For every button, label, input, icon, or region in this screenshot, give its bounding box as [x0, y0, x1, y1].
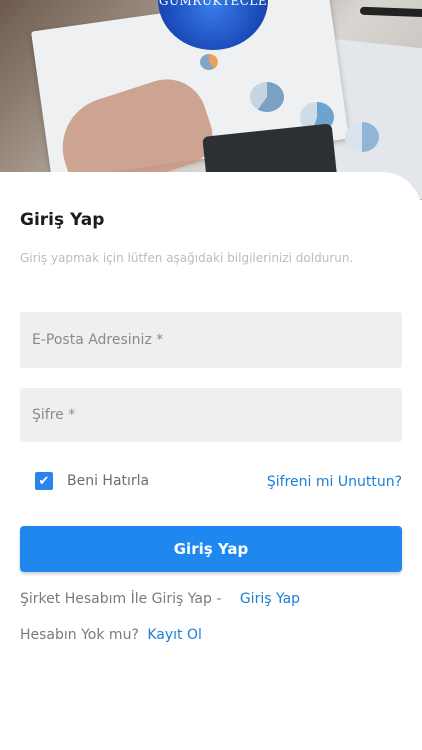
- check-icon: ✔: [38, 473, 50, 489]
- remember-checkbox[interactable]: ✔: [35, 472, 53, 490]
- register-link[interactable]: Kayıt Ol: [147, 627, 202, 643]
- forgot-password-link[interactable]: Şifreni mi Unuttun?: [267, 474, 402, 490]
- page-subtitle: Giriş yapmak için lütfen aşağıdaki bilgi…: [20, 251, 354, 265]
- remember-me[interactable]: ✔ Beni Hatırla: [35, 472, 149, 490]
- password-field[interactable]: [20, 388, 402, 442]
- email-field[interactable]: [20, 312, 402, 368]
- header-image: GUMRUKTECLE: [0, 0, 422, 200]
- pie-chart-graphic: [345, 122, 379, 152]
- logo-text: GUMRUKTECLE: [158, 0, 268, 8]
- register-text: Hesabın Yok mu?: [20, 627, 139, 643]
- login-button[interactable]: Giriş Yap: [20, 526, 402, 572]
- pie-chart-graphic: [200, 54, 218, 70]
- email-input[interactable]: [32, 332, 402, 348]
- corporate-login-text: Şirket Hesabım İle Giriş Yap -: [20, 591, 222, 607]
- pie-chart-graphic: [250, 82, 284, 112]
- corporate-login-link[interactable]: Giriş Yap: [240, 591, 300, 607]
- remember-label: Beni Hatırla: [67, 473, 150, 489]
- password-input[interactable]: [32, 407, 402, 423]
- corporate-login-row: Şirket Hesabım İle Giriş Yap - Giriş Yap: [20, 591, 300, 607]
- page-title: Giriş Yap: [20, 210, 105, 230]
- register-row: Hesabın Yok mu? Kayıt Ol: [20, 627, 202, 643]
- pen-graphic: [359, 6, 422, 18]
